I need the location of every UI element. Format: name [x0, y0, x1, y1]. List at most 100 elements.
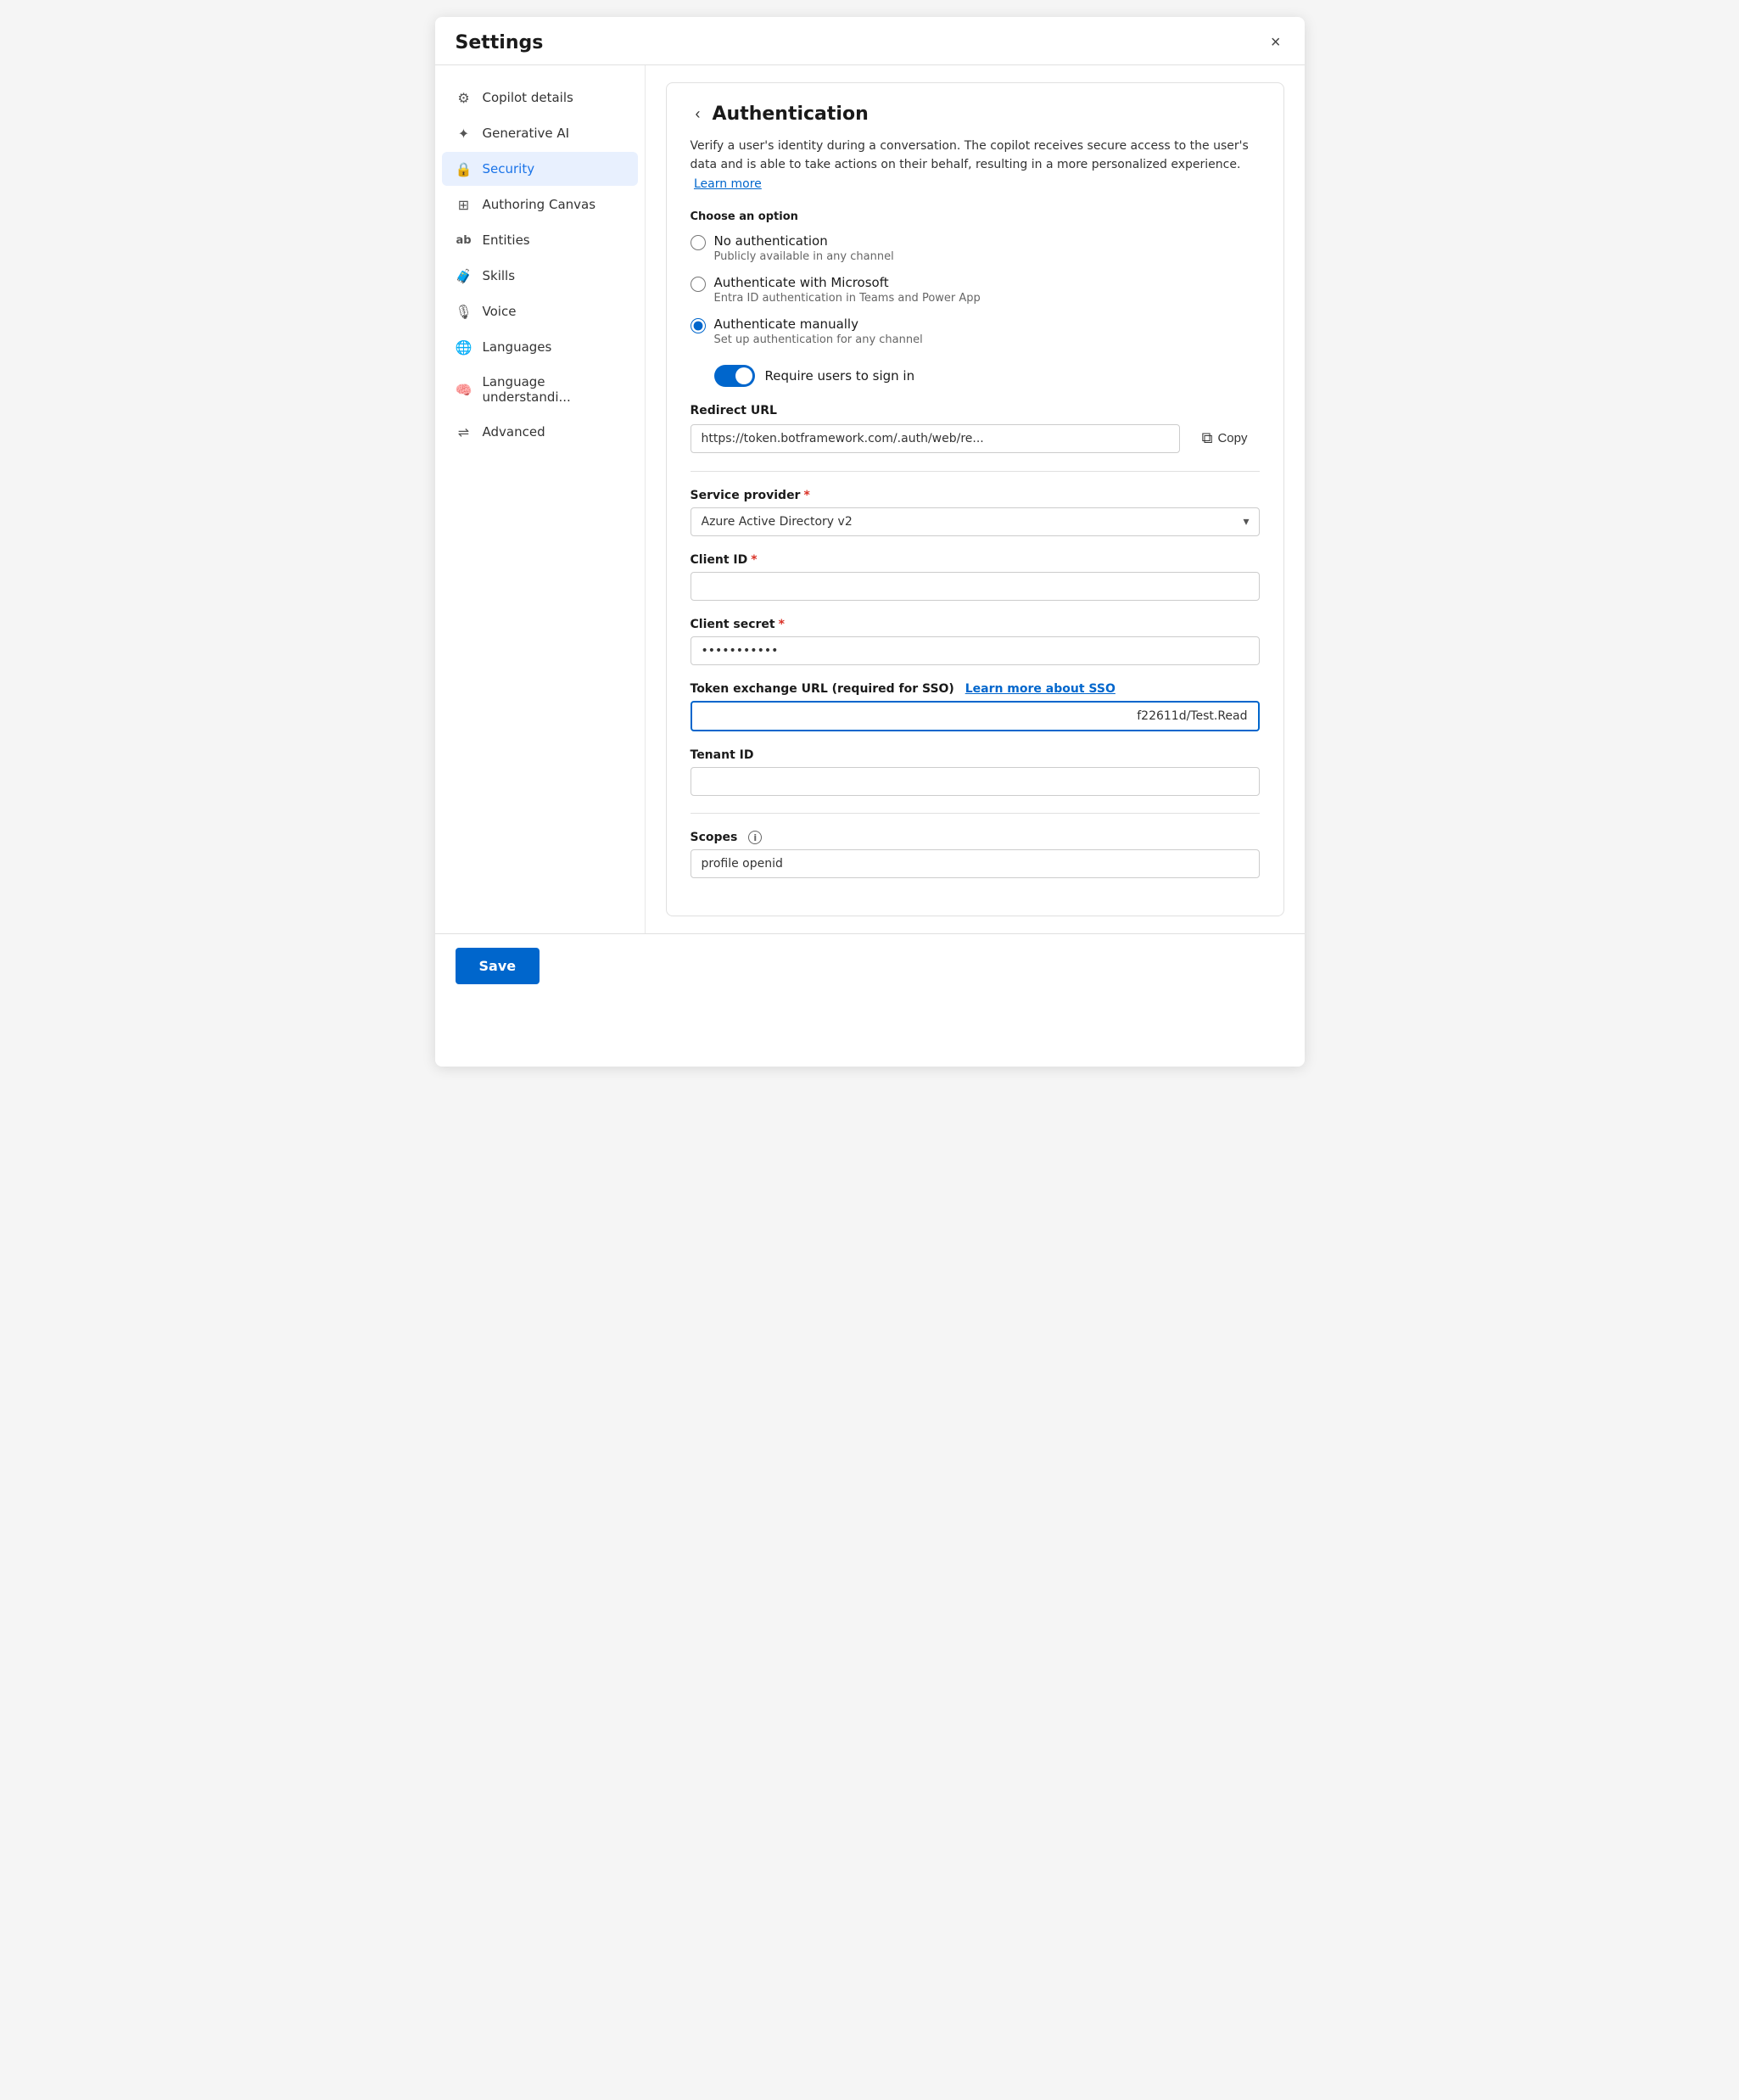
tenant-id-section: Tenant ID: [691, 748, 1260, 796]
brain-icon: 🧠: [456, 381, 472, 398]
client-id-required: *: [751, 553, 757, 567]
sidebar-item-skills[interactable]: 🧳 Skills: [442, 259, 638, 293]
sidebar: ⚙ Copilot details ✦ Generative AI 🔒 Secu…: [435, 65, 646, 933]
sidebar-label-copilot-details: Copilot details: [483, 90, 573, 105]
radio-microsoft-auth-input[interactable]: [691, 277, 706, 292]
radio-microsoft-auth-labels: Authenticate with Microsoft Entra ID aut…: [714, 275, 981, 305]
token-exchange-input[interactable]: [691, 701, 1260, 731]
client-secret-section: Client secret *: [691, 618, 1260, 665]
sparkle-icon: ✦: [456, 125, 472, 142]
entities-icon: ab: [456, 232, 472, 249]
sidebar-label-voice: Voice: [483, 304, 517, 319]
token-exchange-section: Token exchange URL (required for SSO) Le…: [691, 682, 1260, 731]
divider-2: [691, 813, 1260, 814]
radio-no-auth-label: No authentication: [714, 233, 894, 249]
globe-icon: 🌐: [456, 339, 472, 356]
client-secret-required: *: [779, 618, 785, 631]
divider-1: [691, 471, 1260, 472]
client-secret-input[interactable]: [691, 636, 1260, 665]
sidebar-item-advanced[interactable]: ⇌ Advanced: [442, 415, 638, 449]
main-layout: ⚙ Copilot details ✦ Generative AI 🔒 Secu…: [435, 65, 1305, 933]
main-content: ‹ Authentication Verify a user's identit…: [646, 65, 1305, 933]
window-title: Settings: [456, 32, 544, 53]
auth-header: ‹ Authentication: [691, 104, 1260, 125]
sidebar-item-authoring-canvas[interactable]: ⊞ Authoring Canvas: [442, 188, 638, 221]
tenant-id-label: Tenant ID: [691, 748, 1260, 762]
sidebar-label-language-understanding: Language understandi...: [483, 374, 624, 405]
back-button[interactable]: ‹: [691, 104, 706, 125]
radio-manual-auth-input[interactable]: [691, 318, 706, 333]
sidebar-label-entities: Entities: [483, 232, 530, 248]
auth-title: Authentication: [713, 104, 869, 125]
choose-option-label: Choose an option: [691, 210, 1260, 223]
sidebar-item-copilot-details[interactable]: ⚙ Copilot details: [442, 81, 638, 115]
copy-button[interactable]: ⧉ Copy: [1190, 423, 1260, 454]
sidebar-item-language-understanding[interactable]: 🧠 Language understandi...: [442, 366, 638, 413]
scopes-section: Scopes i: [691, 831, 1260, 878]
sidebar-item-generative-ai[interactable]: ✦ Generative AI: [442, 116, 638, 150]
radio-manual-auth-label: Authenticate manually: [714, 316, 923, 332]
radio-manual-auth[interactable]: Authenticate manually Set up authenticat…: [691, 316, 1260, 346]
gear-icon: ⚙: [456, 89, 472, 106]
radio-no-auth[interactable]: No authentication Publicly available in …: [691, 233, 1260, 263]
scopes-input[interactable]: [691, 849, 1260, 878]
client-id-section: Client ID *: [691, 553, 1260, 601]
service-provider-section: Service provider * Azure Active Director…: [691, 489, 1260, 536]
radio-no-auth-input[interactable]: [691, 235, 706, 250]
learn-more-sso-link[interactable]: Learn more about SSO: [965, 682, 1116, 696]
sidebar-label-advanced: Advanced: [483, 424, 545, 440]
grid-icon: ⊞: [456, 196, 472, 213]
redirect-url-label: Redirect URL: [691, 404, 1260, 417]
radio-manual-auth-sublabel: Set up authentication for any channel: [714, 333, 923, 346]
radio-no-auth-sublabel: Publicly available in any channel: [714, 250, 894, 263]
scopes-info-icon: i: [748, 831, 762, 844]
sidebar-item-entities[interactable]: ab Entities: [442, 223, 638, 257]
client-id-label: Client ID *: [691, 553, 1260, 567]
sidebar-label-security: Security: [483, 161, 535, 176]
client-id-input[interactable]: [691, 572, 1260, 601]
tenant-id-input[interactable]: [691, 767, 1260, 796]
sidebar-item-voice[interactable]: 🎙 Voice: [442, 294, 638, 328]
radio-microsoft-auth[interactable]: Authenticate with Microsoft Entra ID aut…: [691, 275, 1260, 305]
toggle-track: [714, 365, 755, 387]
mic-icon: 🎙: [456, 303, 472, 320]
redirect-url-row: ⧉ Copy: [691, 423, 1260, 454]
sidebar-item-languages[interactable]: 🌐 Languages: [442, 330, 638, 364]
sidebar-label-generative-ai: Generative AI: [483, 126, 570, 141]
token-exchange-label: Token exchange URL (required for SSO) Le…: [691, 682, 1260, 696]
service-provider-select-wrapper: Azure Active Directory v2 Azure Active D…: [691, 507, 1260, 536]
toggle-thumb: [735, 367, 752, 384]
lock-icon: 🔒: [456, 160, 472, 177]
service-provider-select[interactable]: Azure Active Directory v2 Azure Active D…: [691, 507, 1260, 536]
service-provider-required: *: [803, 489, 809, 502]
toggle-row: Require users to sign in: [714, 365, 1260, 387]
sidebar-item-security[interactable]: 🔒 Security: [442, 152, 638, 186]
service-provider-label: Service provider *: [691, 489, 1260, 502]
radio-manual-auth-labels: Authenticate manually Set up authenticat…: [714, 316, 923, 346]
footer: Save: [435, 933, 1305, 998]
copy-label: Copy: [1217, 431, 1247, 445]
sidebar-label-skills: Skills: [483, 268, 516, 283]
toggle-label: Require users to sign in: [765, 368, 915, 384]
auth-panel: ‹ Authentication Verify a user's identit…: [666, 82, 1284, 916]
radio-group: No authentication Publicly available in …: [691, 233, 1260, 346]
learn-more-link[interactable]: Learn more: [694, 177, 762, 191]
save-button[interactable]: Save: [456, 948, 540, 984]
settings-window: Settings × ⚙ Copilot details ✦ Generativ…: [435, 17, 1305, 1067]
radio-no-auth-labels: No authentication Publicly available in …: [714, 233, 894, 263]
window-header: Settings ×: [435, 17, 1305, 65]
client-secret-label: Client secret *: [691, 618, 1260, 631]
sliders-icon: ⇌: [456, 423, 472, 440]
sidebar-label-languages: Languages: [483, 339, 552, 355]
scopes-label: Scopes i: [691, 831, 1260, 844]
require-signin-toggle[interactable]: [714, 365, 755, 387]
radio-microsoft-auth-label: Authenticate with Microsoft: [714, 275, 981, 290]
briefcase-icon: 🧳: [456, 267, 472, 284]
radio-microsoft-auth-sublabel: Entra ID authentication in Teams and Pow…: [714, 292, 981, 305]
sidebar-label-authoring-canvas: Authoring Canvas: [483, 197, 596, 212]
redirect-url-section: Redirect URL ⧉ Copy: [691, 404, 1260, 454]
redirect-url-input[interactable]: [691, 424, 1180, 453]
copy-icon: ⧉: [1202, 429, 1213, 447]
token-exchange-input-wrapper: [691, 701, 1260, 731]
close-button[interactable]: ×: [1267, 31, 1284, 54]
